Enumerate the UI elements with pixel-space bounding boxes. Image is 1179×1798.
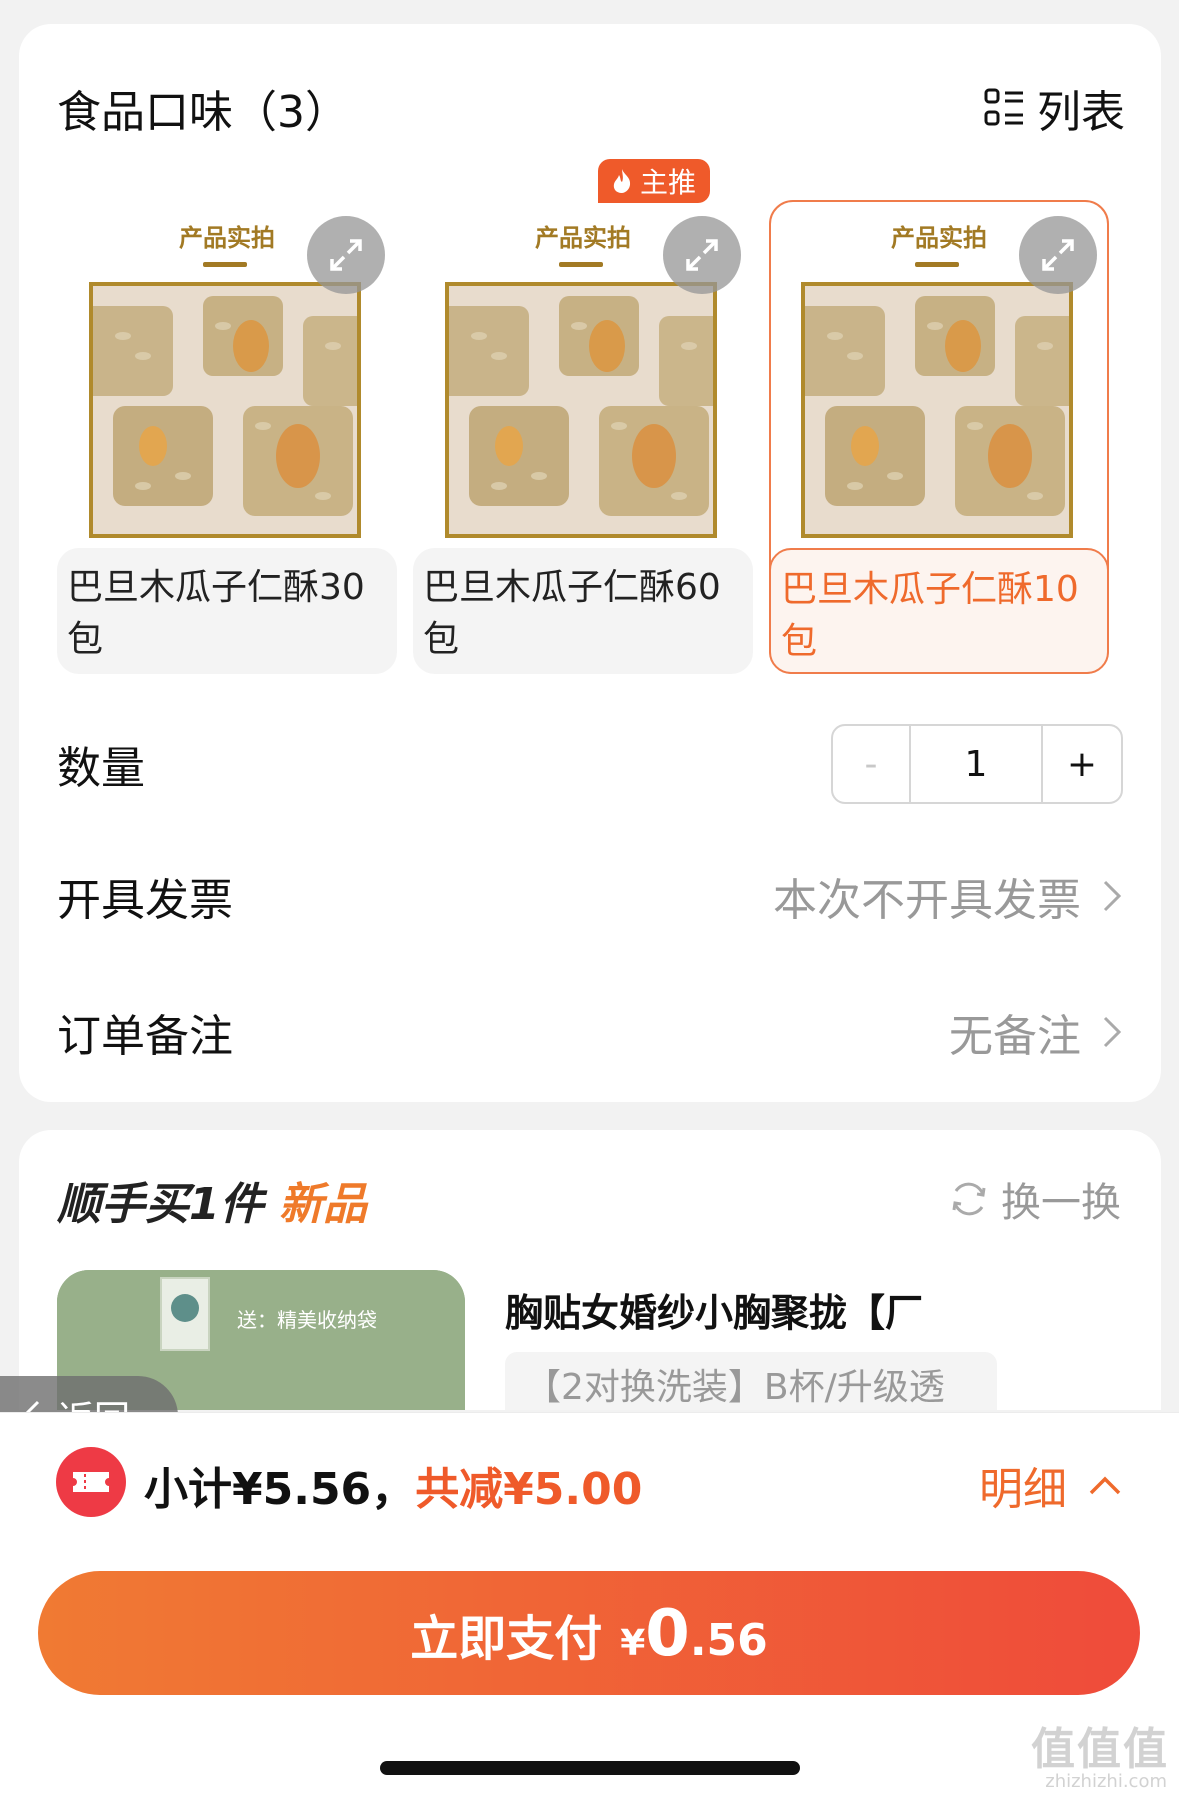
swap-label: 换一换 (1001, 1180, 1121, 1226)
product-photo (801, 282, 1073, 538)
coupon-icon (56, 1447, 126, 1517)
expand-icon (330, 239, 362, 271)
chevron-right-icon (1103, 880, 1122, 912)
product-photo (89, 282, 361, 538)
expand-photo-button[interactable] (1019, 216, 1097, 294)
product-photo (445, 282, 717, 538)
quantity-increment-button[interactable]: + (1043, 726, 1121, 802)
price-detail-toggle[interactable]: 明细 (979, 1453, 1123, 1517)
caption-underline (559, 262, 603, 267)
featured-badge-label: 主推 (640, 166, 697, 199)
quantity-decrement-button[interactable]: - (833, 726, 911, 802)
pay-label: 立即支付 (410, 1611, 603, 1667)
flavor-option-60[interactable]: 产品实拍 巴旦木瓜子仁酥60包 (413, 174, 753, 674)
list-icon (984, 88, 1023, 126)
price-summary: 小计¥5.56，共减¥5.00 (144, 1453, 642, 1517)
swap-button[interactable]: 换一换 (947, 1170, 1121, 1228)
caption-underline (203, 262, 247, 267)
watermark-url: zhizhizhi.com (1045, 1771, 1167, 1792)
flavor-label: 巴旦木瓜子仁酥10包 (769, 548, 1109, 674)
list-view-label: 列表 (1037, 87, 1125, 138)
flavor-option-30[interactable]: 产品实拍 巴旦木瓜子仁酥30包 (57, 174, 397, 674)
addon-product-name[interactable]: 胸贴女婚纱小胸聚拢【厂 (505, 1282, 923, 1337)
discount-text: 共减¥5.00 (415, 1464, 643, 1515)
addon-title: 顺手买1件 新品 (57, 1168, 367, 1232)
expand-photo-button[interactable] (663, 216, 741, 294)
addon-image-banner: 送：精美收纳袋 (237, 1308, 377, 1332)
caption-underline (915, 262, 959, 267)
expand-icon (1042, 239, 1074, 271)
order-note-label: 订单备注 (57, 1011, 233, 1062)
quantity-label: 数量 (57, 743, 145, 794)
flame-icon (613, 169, 631, 193)
addon-title-prefix: 顺手买1件 (57, 1179, 264, 1230)
watermark-brand: 值值值 (1031, 1724, 1169, 1775)
flavor-section-title: 食品口味（3） (57, 87, 349, 138)
subtotal-text: 小计¥5.56， (144, 1464, 416, 1515)
addon-card: 顺手买1件 新品 换一换 送：精美收纳袋 胸贴女婚纱小胸聚拢【厂 【2对换洗装】… (19, 1130, 1161, 1410)
expand-icon (686, 239, 718, 271)
invoice-row[interactable]: 开具发票 本次不开具发票 (57, 866, 1123, 926)
invoice-value: 本次不开具发票 (773, 875, 1081, 926)
checkout-bar: 小计¥5.56，共减¥5.00 明细 立即支付 ¥ 0 .56 值值值 zhiz… (0, 1412, 1179, 1798)
quantity-stepper: - 1 + (831, 724, 1123, 804)
nut-bar-illustration (805, 286, 1069, 534)
addon-product-spec[interactable]: 【2对换洗装】B杯/升级透 (505, 1352, 997, 1410)
home-indicator[interactable] (380, 1761, 800, 1775)
invoice-label: 开具发票 (57, 875, 233, 926)
order-note-row[interactable]: 订单备注 无备注 (57, 1002, 1123, 1062)
flavor-option-10[interactable]: 产品实拍 巴旦木瓜子仁酥10包 (769, 174, 1109, 674)
addon-title-highlight: 新品 (278, 1179, 367, 1230)
invoice-value-wrap: 本次不开具发票 (773, 864, 1123, 928)
quantity-row: 数量 - 1 + (57, 724, 1123, 804)
ticket-icon (73, 1472, 109, 1492)
flavor-label: 巴旦木瓜子仁酥60包 (413, 548, 753, 674)
order-note-value: 无备注 (949, 1011, 1081, 1062)
detail-label: 明细 (979, 1464, 1067, 1515)
pay-amount-int: 0 (645, 1597, 690, 1671)
refresh-icon (952, 1182, 986, 1216)
nut-bar-illustration (449, 286, 713, 534)
chevron-up-icon (1089, 1476, 1121, 1495)
pay-amount-dec: .56 (689, 1615, 768, 1666)
nut-bar-illustration (93, 286, 357, 534)
chevron-right-icon (1103, 1016, 1122, 1048)
list-view-toggle[interactable]: 列表 (983, 76, 1125, 140)
featured-badge: 主推 (598, 159, 711, 203)
pay-now-button[interactable]: 立即支付 ¥ 0 .56 (38, 1571, 1140, 1695)
flavor-label: 巴旦木瓜子仁酥30包 (57, 548, 397, 674)
expand-photo-button[interactable] (307, 216, 385, 294)
quantity-value[interactable]: 1 (911, 726, 1043, 802)
flavor-options: 产品实拍 巴旦木瓜子仁酥30包 产品实拍 巴旦木瓜子仁酥60包 产品实拍 巴旦木… (57, 174, 1137, 674)
order-note-value-wrap: 无备注 (949, 1000, 1123, 1064)
pay-currency: ¥ (620, 1623, 646, 1664)
order-options-card: 食品口味（3） 列表 产品实拍 巴旦木瓜子仁酥30包 产品实拍 巴旦木瓜子仁酥6… (19, 24, 1161, 1102)
